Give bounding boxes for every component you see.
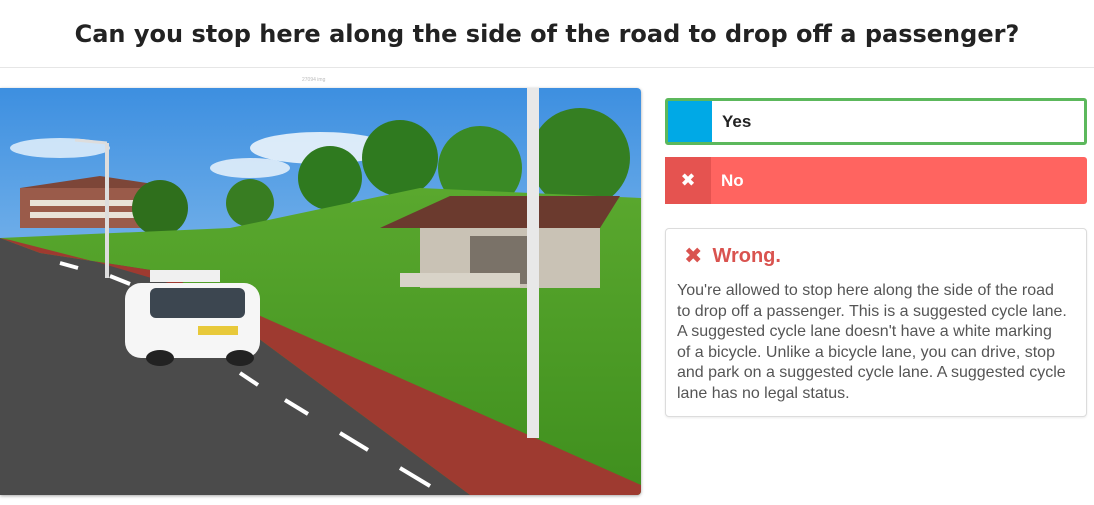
answer-label: Yes [722, 111, 752, 131]
image-caption: 27094 img [302, 77, 326, 83]
question-scene-image [0, 88, 641, 495]
selected-marker [668, 101, 712, 142]
feedback-panel: ✖ Wrong. You're allowed to stop here alo… [665, 228, 1087, 417]
question-title: Can you stop here along the side of the … [0, 0, 1094, 68]
feedback-title: Wrong. [712, 244, 781, 267]
close-icon: ✖ [665, 157, 711, 204]
answer-yes-option[interactable]: Yes [665, 98, 1087, 145]
feedback-header: ✖ Wrong. [684, 243, 781, 269]
close-icon: ✖ [684, 243, 703, 268]
answer-label: No [721, 170, 744, 190]
answer-no-option[interactable]: ✖ No [665, 157, 1087, 204]
feedback-text: You're allowed to stop here along the si… [677, 282, 1067, 402]
